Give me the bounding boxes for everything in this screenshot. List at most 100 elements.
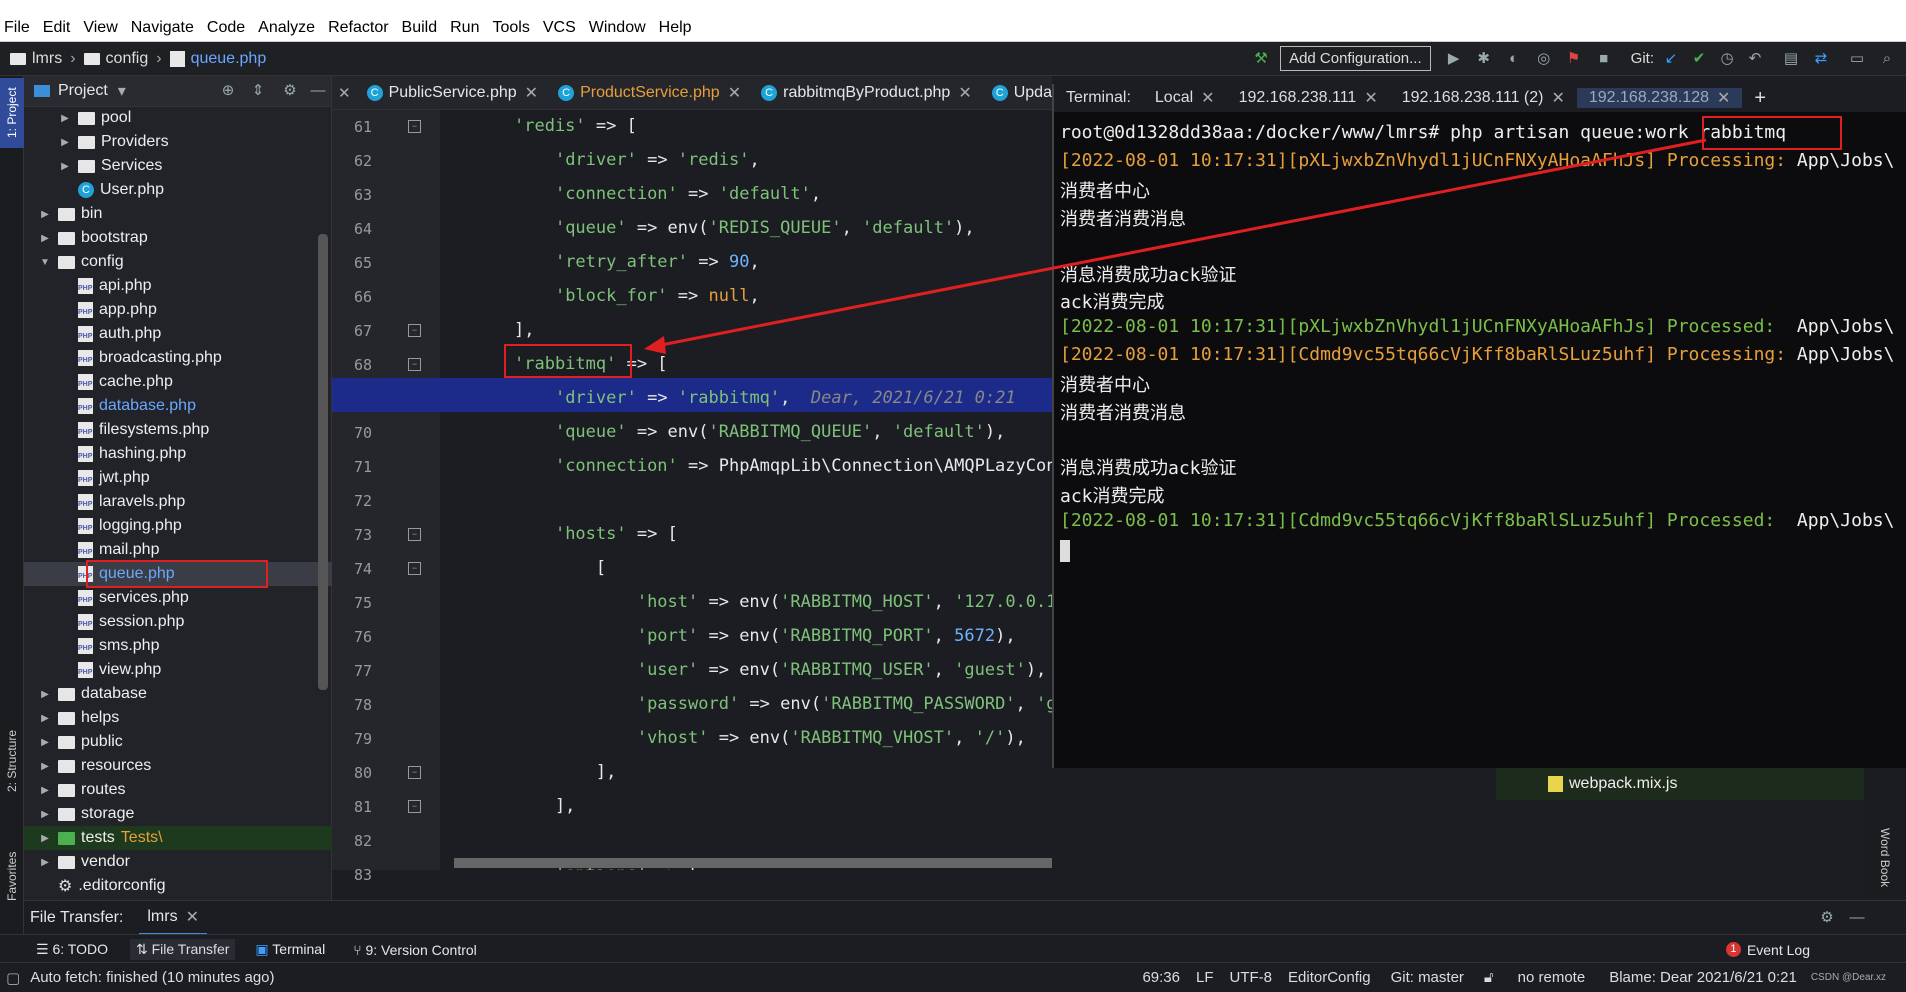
tree-item[interactable]: PHP auth.php: [24, 322, 332, 346]
expand-arrow-icon[interactable]: ▶: [38, 785, 52, 796]
menu-item[interactable]: File: [4, 19, 30, 37]
close-icon[interactable]: ✕: [1717, 88, 1730, 108]
fold-marker-icon[interactable]: −: [408, 562, 421, 575]
project-scrollbar[interactable]: [318, 234, 328, 690]
close-icon[interactable]: ✕: [186, 907, 199, 927]
tree-item[interactable]: C User.php: [24, 178, 332, 202]
gear-icon[interactable]: ⚙: [281, 82, 299, 100]
caret-position[interactable]: 69:36: [1142, 969, 1180, 986]
tree-item[interactable]: PHP session.php: [24, 610, 332, 634]
terminal-tool-button[interactable]: ▣ Terminal: [255, 941, 325, 958]
tree-item[interactable]: PHP cache.php: [24, 370, 332, 394]
expand-arrow-icon[interactable]: ▶: [38, 833, 52, 844]
tree-item[interactable]: ▶ database: [24, 682, 332, 706]
file-transfer-tool-button[interactable]: ⇅ File Transfer: [129, 939, 236, 960]
editor-horizontal-scrollbar[interactable]: [454, 858, 1052, 868]
menu-item[interactable]: Help: [659, 19, 692, 37]
terminal-output[interactable]: root@0d1328dd38aa:/docker/www/lmrs# php …: [1054, 112, 1906, 768]
menu-item[interactable]: Refactor: [328, 19, 388, 37]
tree-item[interactable]: ▼ config: [24, 250, 332, 274]
expand-arrow-icon[interactable]: ▶: [38, 209, 52, 220]
tree-item[interactable]: PHP sms.php: [24, 634, 332, 658]
menu-item[interactable]: Edit: [43, 19, 71, 37]
breadcrumb-item[interactable]: queue.php: [169, 50, 266, 68]
search-icon[interactable]: ⌕: [1878, 50, 1896, 68]
terminal-tab[interactable]: 192.168.238.128 ✕: [1576, 88, 1743, 108]
menu-item[interactable]: Tools: [492, 19, 529, 37]
tree-item[interactable]: ▶ pool: [24, 106, 332, 130]
tree-item[interactable]: PHP broadcasting.php: [24, 346, 332, 370]
version-control-tool-button[interactable]: ⑂ 9: Version Control: [353, 942, 477, 958]
git-update-icon[interactable]: ↙: [1662, 50, 1680, 68]
close-icon[interactable]: ✕: [728, 83, 741, 103]
tree-item[interactable]: PHP laravels.php: [24, 490, 332, 514]
menu-item[interactable]: View: [83, 19, 117, 37]
editor-tab[interactable]: C ProductService.php ✕: [548, 76, 751, 109]
presentation-icon[interactable]: ▭: [1848, 50, 1866, 68]
close-icon[interactable]: ✕: [332, 84, 357, 102]
terminal-tab[interactable]: 192.168.238.111 ✕: [1227, 88, 1390, 108]
tree-item[interactable]: ▶ Services: [24, 154, 332, 178]
editor-tab[interactable]: CrabbitmqByProduct.php ✕: [751, 76, 982, 109]
expand-arrow-icon[interactable]: ▶: [38, 857, 52, 868]
editor-tab[interactable]: C PublicService.php ✕: [357, 76, 548, 109]
favorites-tool-tab[interactable]: Favorites: [0, 836, 24, 916]
coverage-icon[interactable]: ◐: [1505, 50, 1523, 68]
fold-marker-icon[interactable]: −: [408, 528, 421, 541]
git-commit-icon[interactable]: ✔: [1690, 50, 1708, 68]
tree-item[interactable]: PHP api.php: [24, 274, 332, 298]
breadcrumb-item[interactable]: lmrs ›: [10, 50, 76, 68]
terminal-panel[interactable]: Terminal: Local ✕ 192.168.238.111 ✕ 192.168.2…: [1052, 84, 1906, 768]
tree-item[interactable]: PHP view.php: [24, 658, 332, 682]
wordbook-tool-tab[interactable]: Word Book: [1873, 818, 1897, 898]
chevron-down-icon[interactable]: ▾: [118, 81, 126, 101]
expand-arrow-icon[interactable]: ▶: [38, 233, 52, 244]
tree-item[interactable]: PHP jwt.php: [24, 466, 332, 490]
close-icon[interactable]: ✕: [525, 83, 538, 103]
menu-item[interactable]: Analyze: [258, 19, 315, 37]
expand-arrow-icon[interactable]: ▶: [38, 809, 52, 820]
tree-item[interactable]: ▶ resources: [24, 754, 332, 778]
tree-item[interactable]: ▶ bin: [24, 202, 332, 226]
tree-item[interactable]: ▶ storage: [24, 802, 332, 826]
code-editor[interactable]: 'redis' => [ 'driver' => 'redis', 'conne…: [440, 110, 1052, 870]
menu-item[interactable]: Build: [402, 19, 438, 37]
breadcrumb-item[interactable]: config ›: [83, 50, 162, 68]
tree-item[interactable]: ▶ Providers: [24, 130, 332, 154]
tree-item[interactable]: ▶ tests Tests\: [24, 826, 332, 850]
terminal-tab[interactable]: Local ✕: [1143, 88, 1227, 108]
fold-marker-icon[interactable]: −: [408, 324, 421, 337]
tree-item[interactable]: ▶ helps: [24, 706, 332, 730]
expand-arrow-icon[interactable]: ▼: [38, 257, 52, 268]
minimize-icon[interactable]: —: [1848, 909, 1866, 927]
close-icon[interactable]: ✕: [958, 83, 971, 103]
stop-icon[interactable]: ■: [1595, 50, 1613, 68]
expand-arrow-icon[interactable]: ▶: [38, 689, 52, 700]
project-tool-tab[interactable]: 1: Project: [0, 78, 24, 148]
close-icon[interactable]: ✕: [1551, 88, 1564, 108]
tree-item[interactable]: PHP services.php: [24, 586, 332, 610]
tree-item[interactable]: PHP hashing.php: [24, 442, 332, 466]
terminal-tab[interactable]: 192.168.238.111 (2) ✕: [1390, 88, 1577, 108]
translate-icon[interactable]: ⇄: [1812, 50, 1830, 68]
tree-item[interactable]: ▶ public: [24, 730, 332, 754]
tree-item[interactable]: PHP logging.php: [24, 514, 332, 538]
fold-marker-icon[interactable]: −: [408, 358, 421, 371]
file-transfer-tab[interactable]: lmrs ✕: [139, 901, 207, 935]
close-icon[interactable]: ✕: [1364, 88, 1377, 108]
close-icon[interactable]: ✕: [1201, 88, 1214, 108]
expand-arrow-icon[interactable]: ▶: [58, 161, 72, 172]
menu-item[interactable]: Run: [450, 19, 479, 37]
lock-icon[interactable]: 🔓︎: [1484, 969, 1494, 986]
todo-tool-button[interactable]: ☰ 6: TODO: [36, 941, 108, 958]
minimize-icon[interactable]: —: [309, 82, 327, 100]
git-rollback-icon[interactable]: ↶: [1746, 50, 1764, 68]
debug-icon[interactable]: ✱: [1475, 50, 1493, 68]
tree-item[interactable]: ▶ vendor: [24, 850, 332, 874]
run-configuration-button[interactable]: Add Configuration...: [1280, 46, 1431, 71]
expand-arrow-icon[interactable]: ▶: [38, 713, 52, 724]
expand-arrow-icon[interactable]: ▶: [58, 137, 72, 148]
line-separator[interactable]: LF: [1196, 969, 1214, 986]
attach-icon[interactable]: ⚑: [1565, 50, 1583, 68]
expand-arrow-icon[interactable]: ▶: [38, 737, 52, 748]
